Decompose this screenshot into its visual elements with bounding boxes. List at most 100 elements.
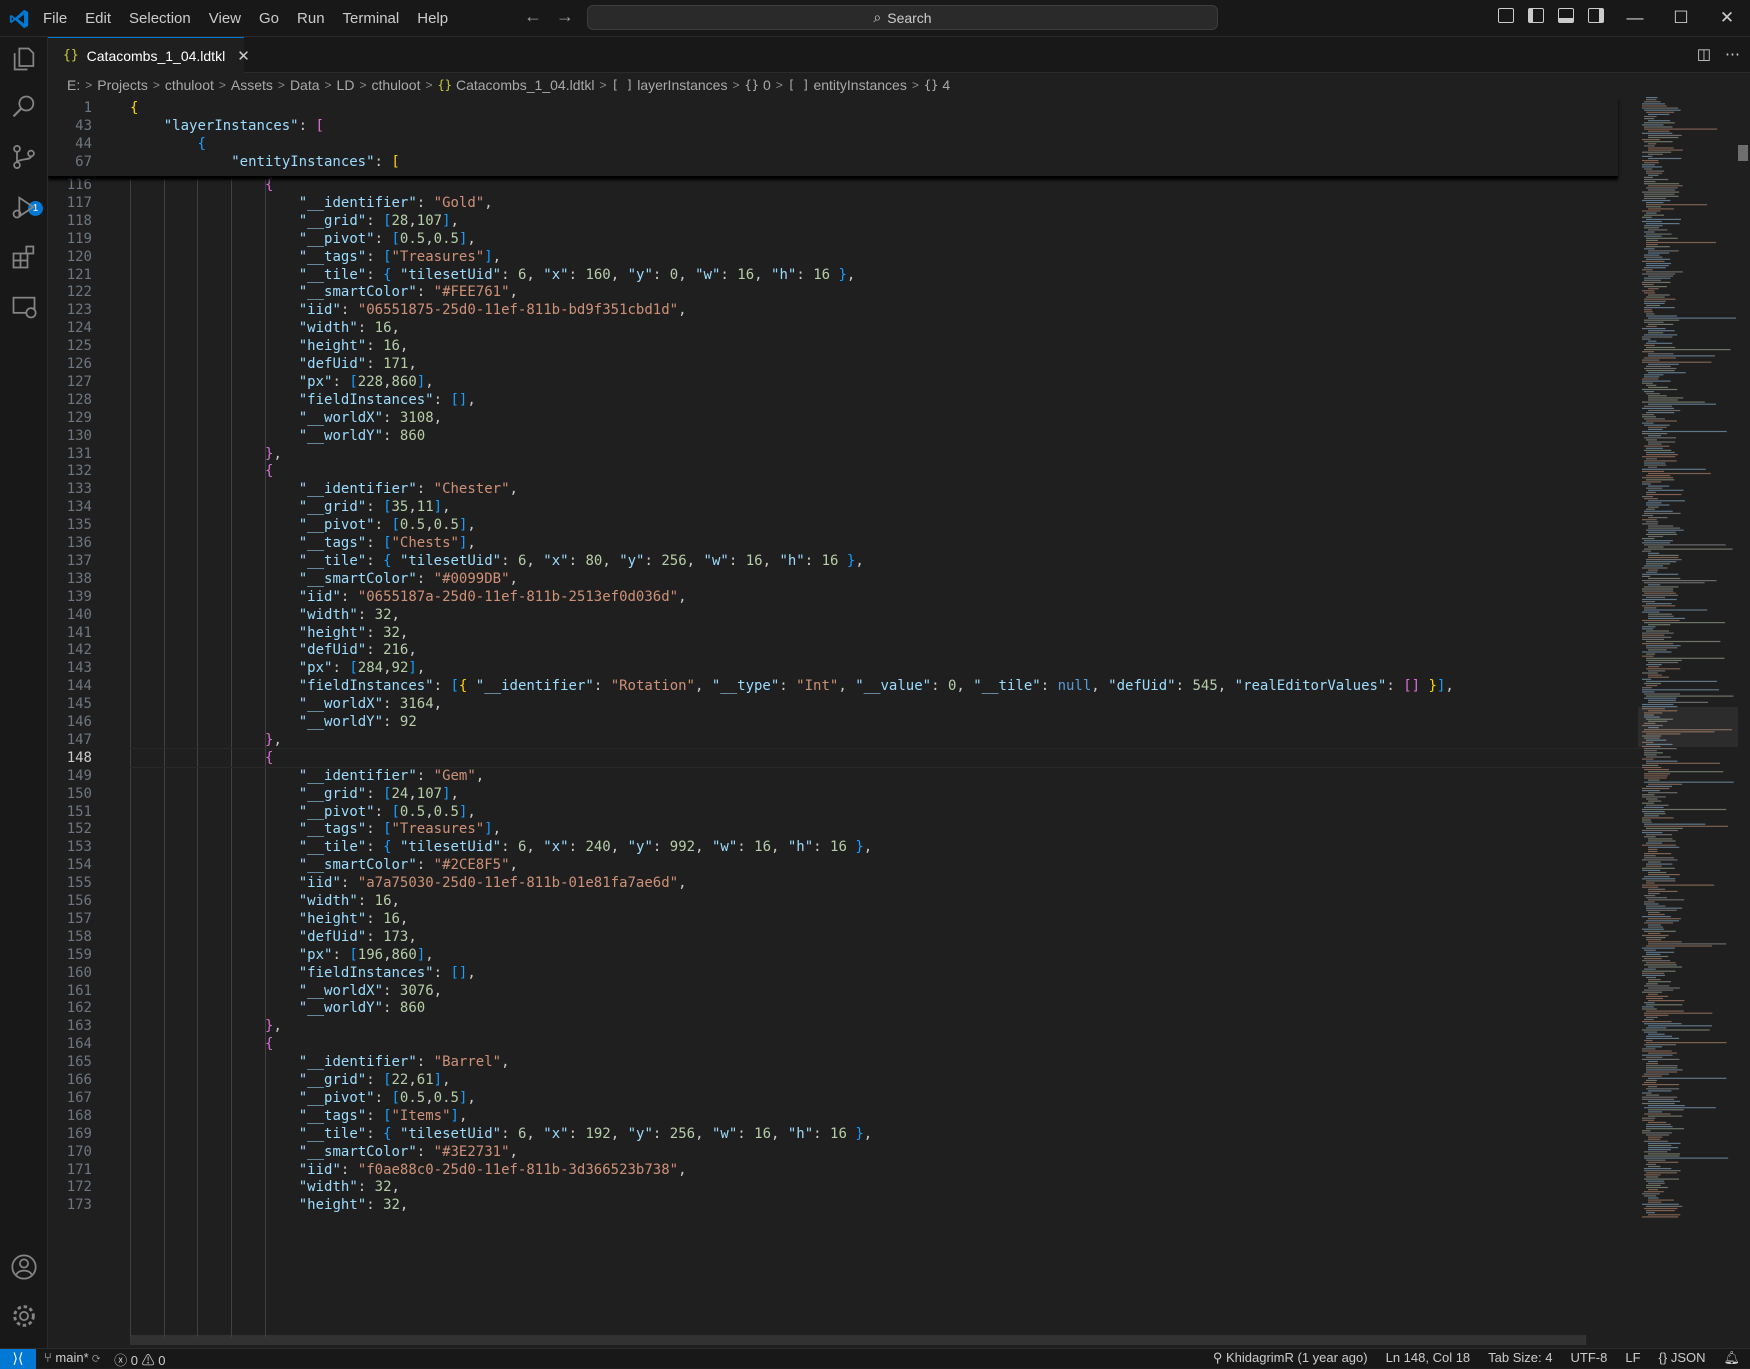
line-number: 173: [66, 1197, 92, 1214]
close-window-icon[interactable]: ✕: [1704, 0, 1750, 36]
horizontal-scrollbar[interactable]: [130, 1335, 1586, 1345]
array-icon: [ ]: [611, 78, 634, 92]
menu-item-terminal[interactable]: Terminal: [334, 10, 409, 27]
notifications-bell-icon[interactable]: 🔔︎: [1723, 1350, 1740, 1366]
back-arrow-icon[interactable]: ←: [524, 6, 542, 26]
git-blame[interactable]: ⚲ KhidagrimR (1 year ago): [1213, 1350, 1368, 1366]
sticky-line[interactable]: 1{: [48, 98, 1618, 118]
language-mode[interactable]: {} JSON: [1659, 1350, 1706, 1366]
warning-count: 0: [158, 1353, 166, 1368]
breadcrumb-folder[interactable]: cthuloot: [165, 77, 214, 93]
breadcrumb-folder[interactable]: Data: [290, 77, 320, 93]
sticky-line[interactable]: 43 "layerInstances": [: [48, 116, 1618, 136]
status-bar: ⟩⟨ ⑂ main* ⟳ ⓧ 0 ⚠ 0 ⚲ KhidagrimR (1 yea…: [0, 1348, 1750, 1369]
more-actions-icon[interactable]: ⋯: [1725, 45, 1740, 63]
remote-explorer-icon[interactable]: [10, 293, 38, 321]
chevron-right-icon: >: [218, 78, 226, 92]
chevron-right-icon: >: [85, 78, 93, 92]
breadcrumb-symbol[interactable]: 4: [942, 77, 950, 93]
breadcrumb-symbol[interactable]: 0: [763, 77, 771, 93]
chevron-right-icon: >: [911, 78, 919, 92]
forward-arrow-icon[interactable]: →: [556, 6, 574, 26]
error-count: 0: [130, 1353, 138, 1368]
menu-item-go[interactable]: Go: [250, 10, 288, 27]
object-icon: {}: [923, 78, 939, 92]
breadcrumb-folder[interactable]: Projects: [97, 77, 148, 93]
json-file-icon: {}: [63, 48, 79, 63]
vscode-logo-icon[interactable]: [8, 8, 30, 30]
encoding[interactable]: UTF-8: [1571, 1350, 1608, 1366]
search-icon[interactable]: [10, 93, 38, 121]
minimize-icon[interactable]: —: [1612, 0, 1658, 36]
chevron-right-icon: >: [324, 78, 332, 92]
minimap[interactable]: [1638, 97, 1738, 1348]
customize-layout-icon[interactable]: [1498, 8, 1514, 23]
window-controls: — ☐ ✕: [1612, 0, 1750, 36]
remote-icon[interactable]: ⟩⟨: [0, 1349, 36, 1369]
braces-icon: {}: [1658, 1350, 1671, 1365]
explorer-icon[interactable]: [10, 45, 38, 73]
branch-status[interactable]: ⑂ main* ⟳: [44, 1350, 100, 1369]
navigation-arrows: ← →: [524, 6, 588, 27]
commit-icon: ⚲: [1212, 1350, 1226, 1365]
object-icon: {}: [744, 78, 759, 92]
editor-actions: ◫ ⋯: [1697, 45, 1740, 63]
menu-item-run[interactable]: Run: [288, 10, 334, 27]
line-number: 67: [75, 153, 92, 170]
source-control-icon[interactable]: [10, 143, 38, 171]
code-text: "entityInstances": [: [231, 153, 400, 170]
close-icon[interactable]: ✕: [237, 47, 250, 65]
menu-item-file[interactable]: File: [34, 10, 76, 27]
language-label: JSON: [1670, 1350, 1706, 1365]
command-center-search[interactable]: ⌕ Search: [587, 5, 1218, 30]
activity-bar: 1: [0, 37, 48, 1348]
tab-catacombs-file[interactable]: {} Catacombs_1_04.ldtkl ✕: [48, 37, 250, 73]
toggle-panel-icon[interactable]: [1558, 8, 1574, 23]
branch-name: main*: [55, 1350, 89, 1365]
toggle-secondary-sidebar-icon[interactable]: [1588, 8, 1604, 23]
accounts-icon[interactable]: [10, 1253, 38, 1281]
sync-icon: ⟳: [92, 1350, 101, 1365]
gear-icon[interactable]: [10, 1302, 38, 1330]
tab-label: Catacombs_1_04.ldtkl: [86, 47, 226, 64]
menu-item-view[interactable]: View: [200, 10, 250, 27]
code-editor[interactable]: 116 {117 "__identifier": "Gold", 118 "__g…: [48, 97, 1750, 1348]
breadcrumb-symbol[interactable]: entityInstances: [813, 77, 906, 93]
toggle-primary-sidebar-icon[interactable]: [1528, 8, 1544, 23]
breadcrumb-folder[interactable]: cthuloot: [371, 77, 420, 93]
menu-item-selection[interactable]: Selection: [120, 10, 200, 27]
sticky-scroll: 67 "entityInstances": [44 {43 "layerInst…: [48, 97, 1618, 177]
breadcrumb-symbol[interactable]: layerInstances: [637, 77, 727, 93]
code-line[interactable]: 173 "height": 32,: [48, 1195, 1618, 1215]
vertical-scrollbar-thumb[interactable]: [1738, 145, 1748, 161]
run-debug-icon[interactable]: [10, 193, 38, 221]
extensions-icon[interactable]: [10, 243, 38, 271]
split-editor-icon[interactable]: ◫: [1697, 45, 1711, 63]
problems-status[interactable]: ⓧ 0 ⚠ 0: [114, 1350, 165, 1369]
sticky-line[interactable]: 67 "entityInstances": [: [48, 152, 1618, 172]
title-bar: File Edit Selection View Go Run Terminal Help ←…: [0, 0, 1750, 37]
cursor-position[interactable]: Ln 148, Col 18: [1386, 1350, 1471, 1366]
menu-item-help[interactable]: Help: [408, 10, 457, 27]
eol[interactable]: LF: [1625, 1350, 1640, 1366]
json-file-icon: {}: [437, 78, 452, 92]
menu-bar: File Edit Selection View Go Run Terminal Help: [34, 0, 457, 37]
breadcrumb-file[interactable]: Catacombs_1_04.ldtkl: [456, 77, 595, 93]
sticky-line[interactable]: 44 {: [48, 134, 1618, 154]
array-icon: [ ]: [787, 78, 810, 92]
breadcrumb-folder[interactable]: Assets: [231, 77, 273, 93]
line-number: 43: [75, 117, 92, 134]
code-text: {: [197, 135, 206, 152]
git-blame-text: KhidagrimR (1 year ago): [1225, 1350, 1368, 1365]
code-text: "height": 32,: [298, 1197, 409, 1214]
breadcrumb-folder[interactable]: LD: [337, 77, 355, 93]
chevron-right-icon: >: [775, 78, 783, 92]
search-icon: ⌕: [873, 9, 882, 25]
code-text: {: [130, 100, 139, 116]
chevron-right-icon: >: [277, 78, 285, 92]
maximize-icon[interactable]: ☐: [1658, 0, 1704, 36]
menu-item-edit[interactable]: Edit: [76, 10, 120, 27]
chevron-right-icon: >: [152, 78, 160, 92]
tab-size[interactable]: Tab Size: 4: [1488, 1350, 1552, 1366]
breadcrumb-drive[interactable]: E:: [67, 77, 80, 93]
